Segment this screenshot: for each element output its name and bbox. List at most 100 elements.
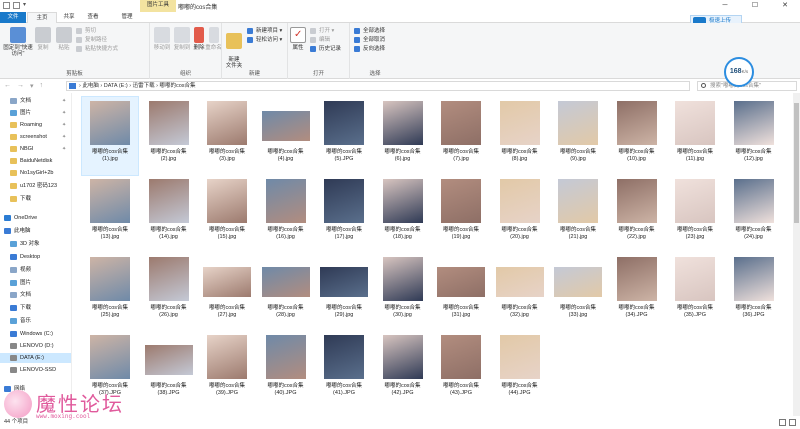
nav-item[interactable]: 音乐	[0, 316, 71, 326]
nav-item[interactable]: LENOVO (D:)	[0, 341, 71, 351]
pin-icon[interactable]: ✦	[62, 96, 66, 106]
file-item[interactable]: 嘟嘟的cos合集 (13).jpg	[82, 175, 138, 253]
new-folder-button[interactable]: 新建 文件夹	[224, 27, 244, 69]
file-item[interactable]: 嘟嘟的cos合集 (8).jpg	[492, 97, 548, 175]
file-item[interactable]: 嘟嘟的cos合集 (12).jpg	[726, 97, 782, 175]
nav-item[interactable]: BaiduNetdisk	[0, 156, 71, 166]
up-arrow-icon[interactable]: ↑	[40, 82, 44, 90]
file-item[interactable]: 嘟嘟的cos合集 (39).JPG	[199, 331, 255, 409]
nav-item[interactable]: Windows (C:)	[0, 329, 71, 339]
new-item-button[interactable]: 新建项目 ▾	[247, 27, 282, 35]
tab-manage[interactable]: 管理	[112, 12, 142, 23]
file-item[interactable]: 嘟嘟的cos合集 (19).jpg	[433, 175, 489, 253]
file-item[interactable]: 嘟嘟的cos合集 (29).jpg	[316, 253, 372, 331]
nav-item[interactable]: 图片	[0, 278, 71, 288]
file-item[interactable]: 嘟嘟的cos合集 (2).jpg	[141, 97, 197, 175]
nav-item[interactable]: 此电脑	[0, 226, 71, 236]
forward-arrow-icon[interactable]: →	[17, 82, 24, 90]
nav-item[interactable]: screenshot ✦	[0, 132, 71, 142]
file-item[interactable]: 嘟嘟的cos合集 (33).jpg	[550, 253, 606, 331]
file-item[interactable]: 嘟嘟的cos合集 (25).jpg	[82, 253, 138, 331]
nav-item[interactable]: 下载	[0, 303, 71, 313]
new-folder-quick-icon[interactable]	[13, 2, 20, 9]
file-item[interactable]: 嘟嘟的cos合集 (27).jpg	[199, 253, 255, 331]
nav-item[interactable]: 3D 对象	[0, 239, 71, 249]
copy-to-button[interactable]: 复制到	[173, 27, 191, 51]
file-item[interactable]: 嘟嘟的cos合集 (31).jpg	[433, 253, 489, 331]
file-item[interactable]: 嘟嘟的cos合集 (38).JPG	[141, 331, 197, 409]
back-arrow-icon[interactable]: ←	[4, 82, 11, 90]
tab-view[interactable]: 查看	[82, 12, 104, 23]
paste-button[interactable]: 粘贴	[55, 27, 73, 51]
chevron-down-icon[interactable]: ▾	[23, 2, 29, 9]
file-item[interactable]: 嘟嘟的cos合集 (10).jpg	[609, 97, 665, 175]
open-button[interactable]: 打开 ▾	[310, 27, 334, 35]
file-item[interactable]: 嘟嘟的cos合集 (35).JPG	[667, 253, 723, 331]
file-item[interactable]: 嘟嘟的cos合集 (16).jpg	[258, 175, 314, 253]
file-item[interactable]: 嘟嘟的cos合集 (17).jpg	[316, 175, 372, 253]
nav-item[interactable]: 文档	[0, 290, 71, 300]
file-item[interactable]: 嘟嘟的cos合集 (4).jpg	[258, 97, 314, 175]
file-item[interactable]: 嘟嘟的cos合集 (9).jpg	[550, 97, 606, 175]
select-none-button[interactable]: 全部取消	[354, 36, 385, 44]
nav-item[interactable]: 图片 ✦	[0, 108, 71, 118]
large-icons-view-icon[interactable]	[789, 419, 796, 426]
vertical-scrollbar[interactable]	[793, 93, 800, 416]
minimize-button[interactable]: ─	[710, 0, 740, 12]
tab-share[interactable]: 共享	[58, 12, 80, 23]
cut-button[interactable]: 剪切	[76, 27, 96, 35]
tab-home[interactable]: 主页	[27, 12, 57, 23]
nav-item[interactable]: LENOVO-SSD	[0, 365, 71, 375]
close-button[interactable]: ✕	[770, 0, 800, 12]
pin-quick-access-button[interactable]: 固定到"快速访问"	[3, 27, 33, 57]
copy-button[interactable]: 复制	[34, 27, 52, 51]
select-all-button[interactable]: 全部选择	[354, 27, 385, 35]
delete-button[interactable]: 删除	[193, 27, 205, 51]
file-item[interactable]: 嘟嘟的cos合集 (5).JPG	[316, 97, 372, 175]
nav-item[interactable]: 下载	[0, 194, 71, 204]
nav-item[interactable]: 文档 ✦	[0, 96, 71, 106]
recent-chevron-icon[interactable]: ▾	[30, 82, 34, 90]
file-item[interactable]: 嘟嘟的cos合集 (21).jpg	[550, 175, 606, 253]
network-speed-badge[interactable]: 168K/s	[724, 57, 754, 87]
nav-item[interactable]: OneDrive	[0, 213, 71, 223]
easy-access-button[interactable]: 轻松访问 ▾	[247, 36, 282, 44]
maximize-button[interactable]: ☐	[740, 0, 770, 12]
file-item[interactable]: 嘟嘟的cos合集 (41).JPG	[316, 331, 372, 409]
file-item[interactable]: 嘟嘟的cos合集 (43).JPG	[433, 331, 489, 409]
invert-selection-button[interactable]: 反向选择	[354, 45, 385, 53]
file-item[interactable]: 嘟嘟的cos合集 (32).jpg	[492, 253, 548, 331]
properties-button[interactable]: ✓ 属性	[290, 27, 306, 51]
nav-item[interactable]: Roaming ✦	[0, 120, 71, 130]
paste-shortcut-button[interactable]: 粘贴快捷方式	[76, 45, 118, 53]
file-item[interactable]: 嘟嘟的cos合集 (44).JPG	[492, 331, 548, 409]
history-button[interactable]: 历史记录	[310, 45, 341, 53]
edit-button[interactable]: 编辑	[310, 36, 330, 44]
nav-item[interactable]: No1syGirl+2b	[0, 168, 71, 178]
nav-item[interactable]: DATA (E:)	[0, 353, 71, 363]
file-item[interactable]: 嘟嘟的cos合集 (6).jpg	[375, 97, 431, 175]
file-item[interactable]: 嘟嘟的cos合集 (42).JPG	[375, 331, 431, 409]
file-item[interactable]: 嘟嘟的cos合集 (23).jpg	[667, 175, 723, 253]
pin-icon[interactable]: ✦	[62, 120, 66, 130]
file-item[interactable]: 嘟嘟的cos合集 (1).jpg	[81, 96, 139, 176]
file-item[interactable]: 嘟嘟的cos合集 (14).jpg	[141, 175, 197, 253]
file-item[interactable]: 嘟嘟的cos合集 (26).jpg	[141, 253, 197, 331]
file-item[interactable]: 嘟嘟的cos合集 (28).jpg	[258, 253, 314, 331]
file-item[interactable]: 嘟嘟的cos合集 (34).JPG	[609, 253, 665, 331]
nav-item[interactable]: NBGI ✦	[0, 144, 71, 154]
pin-icon[interactable]: ✦	[62, 132, 66, 142]
file-item[interactable]: 嘟嘟的cos合集 (18).jpg	[375, 175, 431, 253]
scrollbar-thumb[interactable]	[794, 103, 799, 223]
file-item[interactable]: 嘟嘟的cos合集 (24).jpg	[726, 175, 782, 253]
file-item[interactable]: 嘟嘟的cos合集 (11).jpg	[667, 97, 723, 175]
nav-item[interactable]: 视频	[0, 265, 71, 275]
copy-path-button[interactable]: 复制路径	[76, 36, 107, 44]
properties-quick-icon[interactable]	[3, 2, 10, 9]
move-to-button[interactable]: 移动到	[153, 27, 171, 51]
file-item[interactable]: 嘟嘟的cos合集 (40).JPG	[258, 331, 314, 409]
file-item[interactable]: 嘟嘟的cos合集 (36).JPG	[726, 253, 782, 331]
file-item[interactable]: 嘟嘟的cos合集 (20).jpg	[492, 175, 548, 253]
pin-icon[interactable]: ✦	[62, 108, 66, 118]
pin-icon[interactable]: ✦	[62, 144, 66, 154]
